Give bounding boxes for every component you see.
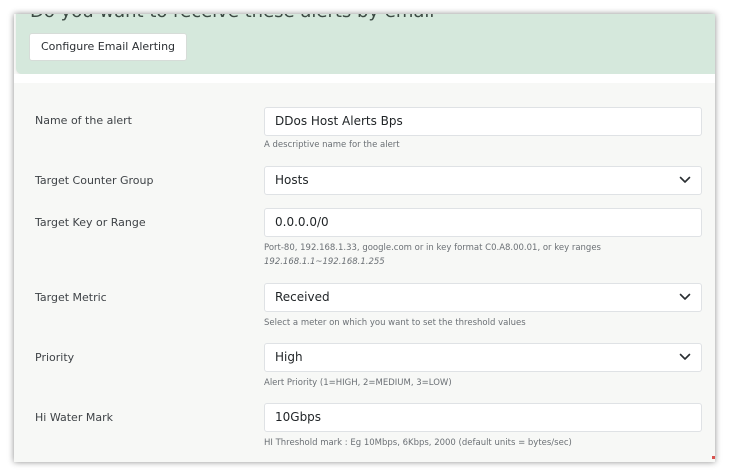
key-range-help: Port-80, 192.168.1.33, google.com or in …	[264, 243, 601, 253]
priority-value: High	[275, 350, 303, 364]
chevron-down-icon	[679, 167, 691, 194]
priority-select[interactable]: High	[264, 343, 702, 372]
metric-select[interactable]: Received	[264, 283, 702, 312]
alert-form-panel: Do you want to receive these alerts by e…	[14, 14, 715, 462]
priority-help: Alert Priority (1=HIGH, 2=MEDIUM, 3=LOW)	[264, 378, 452, 388]
chevron-down-icon	[679, 284, 691, 311]
alert-name-input[interactable]: DDos Host Alerts Bps	[264, 107, 702, 136]
email-banner-title: Do you want to receive these alerts by e…	[30, 14, 434, 22]
metric-value: Received	[275, 290, 330, 304]
key-range-input[interactable]: 0.0.0.0/0	[264, 208, 702, 237]
email-alert-banner: Do you want to receive these alerts by e…	[16, 14, 715, 74]
counter-group-value: Hosts	[275, 173, 309, 187]
hi-water-mark-help: HI Threshold mark : Eg 10Mbps, 6Kbps, 20…	[264, 438, 572, 448]
hi-water-mark-input[interactable]: 10Gbps	[264, 403, 702, 432]
key-range-help-example: 192.168.1.1~192.168.1.255	[264, 257, 385, 267]
hi-water-mark-label: Hi Water Mark	[35, 411, 113, 424]
corner-marker	[712, 456, 715, 459]
counter-group-select[interactable]: Hosts	[264, 166, 702, 195]
configure-email-alerting-button[interactable]: Configure Email Alerting	[29, 33, 188, 61]
alert-name-help: A descriptive name for the alert	[264, 140, 400, 150]
counter-group-label: Target Counter Group	[35, 174, 154, 187]
alert-name-label: Name of the alert	[35, 114, 132, 127]
banner-divider	[14, 74, 715, 83]
key-range-label: Target Key or Range	[35, 216, 146, 229]
priority-label: Priority	[35, 351, 75, 364]
chevron-down-icon	[679, 344, 691, 371]
metric-label: Target Metric	[35, 291, 107, 304]
metric-help: Select a meter on which you want to set …	[264, 318, 526, 328]
